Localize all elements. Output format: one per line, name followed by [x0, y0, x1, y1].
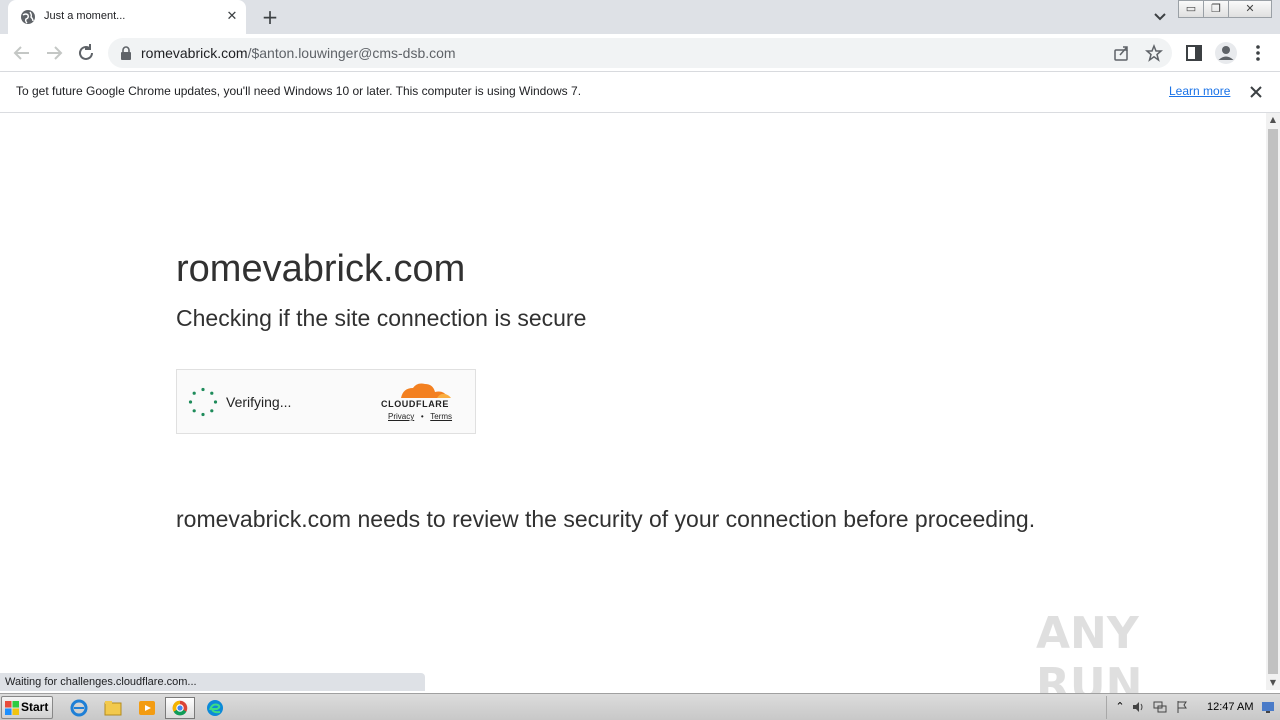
new-tab-button[interactable]: + — [258, 6, 282, 28]
back-arrow-icon[interactable] — [11, 42, 33, 64]
scroll-up-arrow-icon[interactable]: ▲ — [1266, 113, 1280, 127]
system-tray: ⌃ 12:47 AM — [1106, 696, 1280, 719]
url-path: /$anton.louwinger@cms-dsb.com — [247, 45, 456, 61]
page-content: romevabrick.com Checking if the site con… — [0, 113, 1266, 690]
start-label: Start — [21, 700, 49, 714]
start-button[interactable]: Start — [1, 696, 53, 719]
cloudflare-brand: CLOUDFLARE — [381, 399, 449, 409]
menu-kebab-icon[interactable] — [1248, 43, 1268, 63]
status-bubble: Waiting for challenges.cloudflare.com... — [0, 673, 425, 691]
restore-button[interactable]: ❐ — [1203, 0, 1229, 18]
bookmark-star-icon[interactable] — [1145, 44, 1163, 62]
tab-search-chevron-icon[interactable] — [1150, 8, 1170, 26]
internet-explorer-icon[interactable] — [64, 697, 94, 719]
update-infobar: To get future Google Chrome updates, you… — [0, 72, 1280, 113]
tab-active[interactable]: Just a moment... ✕ — [8, 0, 246, 34]
url-host: romevabrick.com — [141, 45, 248, 61]
spinner-icon — [188, 387, 218, 417]
tab-strip: Just a moment... ✕ + ▭ ❐ ✕ — [0, 0, 1280, 34]
url-text: romevabrick.com/$anton.louwinger@cms-dsb… — [141, 45, 456, 61]
scroll-down-arrow-icon[interactable]: ▼ — [1266, 676, 1280, 690]
window-controls: ▭ ❐ ✕ — [1178, 0, 1272, 18]
page-scrollbar[interactable]: ▲ ▼ — [1266, 113, 1280, 690]
windows-taskbar: Start ⌃ 12:47 AM — [0, 693, 1280, 720]
tray-expand-icon[interactable]: ⌃ — [1113, 700, 1127, 714]
tab-title: Just a moment... — [44, 10, 126, 22]
media-player-icon[interactable] — [132, 697, 162, 719]
action-center-flag-icon[interactable] — [1175, 700, 1189, 714]
privacy-link[interactable]: Privacy — [388, 412, 414, 421]
minimize-button[interactable]: ▭ — [1178, 0, 1204, 18]
chrome-icon[interactable] — [165, 697, 195, 719]
forward-arrow-icon[interactable] — [43, 42, 65, 64]
share-icon[interactable] — [1113, 44, 1131, 62]
anyrun-watermark: ANY RUN — [1036, 608, 1236, 710]
side-panel-icon[interactable] — [1184, 43, 1204, 63]
page-title: romevabrick.com — [176, 248, 466, 290]
profile-avatar-icon[interactable] — [1214, 41, 1238, 65]
reload-icon[interactable] — [75, 42, 97, 64]
infobar-close-icon[interactable] — [1247, 83, 1265, 101]
network-icon[interactable] — [1153, 700, 1167, 714]
windows-logo-icon — [5, 701, 19, 715]
volume-icon[interactable] — [1131, 700, 1145, 714]
scroll-thumb[interactable] — [1268, 129, 1278, 674]
show-desktop-icon[interactable] — [1261, 700, 1275, 714]
taskbar-clock[interactable]: 12:47 AM — [1207, 701, 1253, 713]
verifying-label: Verifying... — [226, 394, 292, 410]
learn-more-link[interactable]: Learn more — [1169, 84, 1230, 98]
link-separator: • — [420, 412, 424, 421]
cloudflare-challenge-widget[interactable]: Verifying... CLOUDFLARE Privacy • Terms — [176, 369, 476, 434]
cloudflare-links: Privacy • Terms — [388, 412, 452, 421]
tab-close-icon[interactable]: ✕ — [224, 9, 240, 25]
page-subtitle: Checking if the site connection is secur… — [176, 305, 587, 331]
review-message: romevabrick.com needs to review the secu… — [176, 506, 1036, 532]
infobar-message: To get future Google Chrome updates, you… — [16, 84, 582, 98]
browser-toolbar: romevabrick.com/$anton.louwinger@cms-dsb… — [0, 34, 1280, 72]
address-bar[interactable]: romevabrick.com/$anton.louwinger@cms-dsb… — [108, 38, 1172, 68]
terms-link[interactable]: Terms — [430, 412, 452, 421]
window-close-button[interactable]: ✕ — [1228, 0, 1272, 18]
lock-icon[interactable] — [120, 46, 132, 60]
edge-icon[interactable] — [200, 697, 230, 719]
globe-icon — [21, 10, 35, 24]
file-explorer-icon[interactable] — [98, 697, 128, 719]
status-text: Waiting for challenges.cloudflare.com... — [5, 676, 197, 688]
